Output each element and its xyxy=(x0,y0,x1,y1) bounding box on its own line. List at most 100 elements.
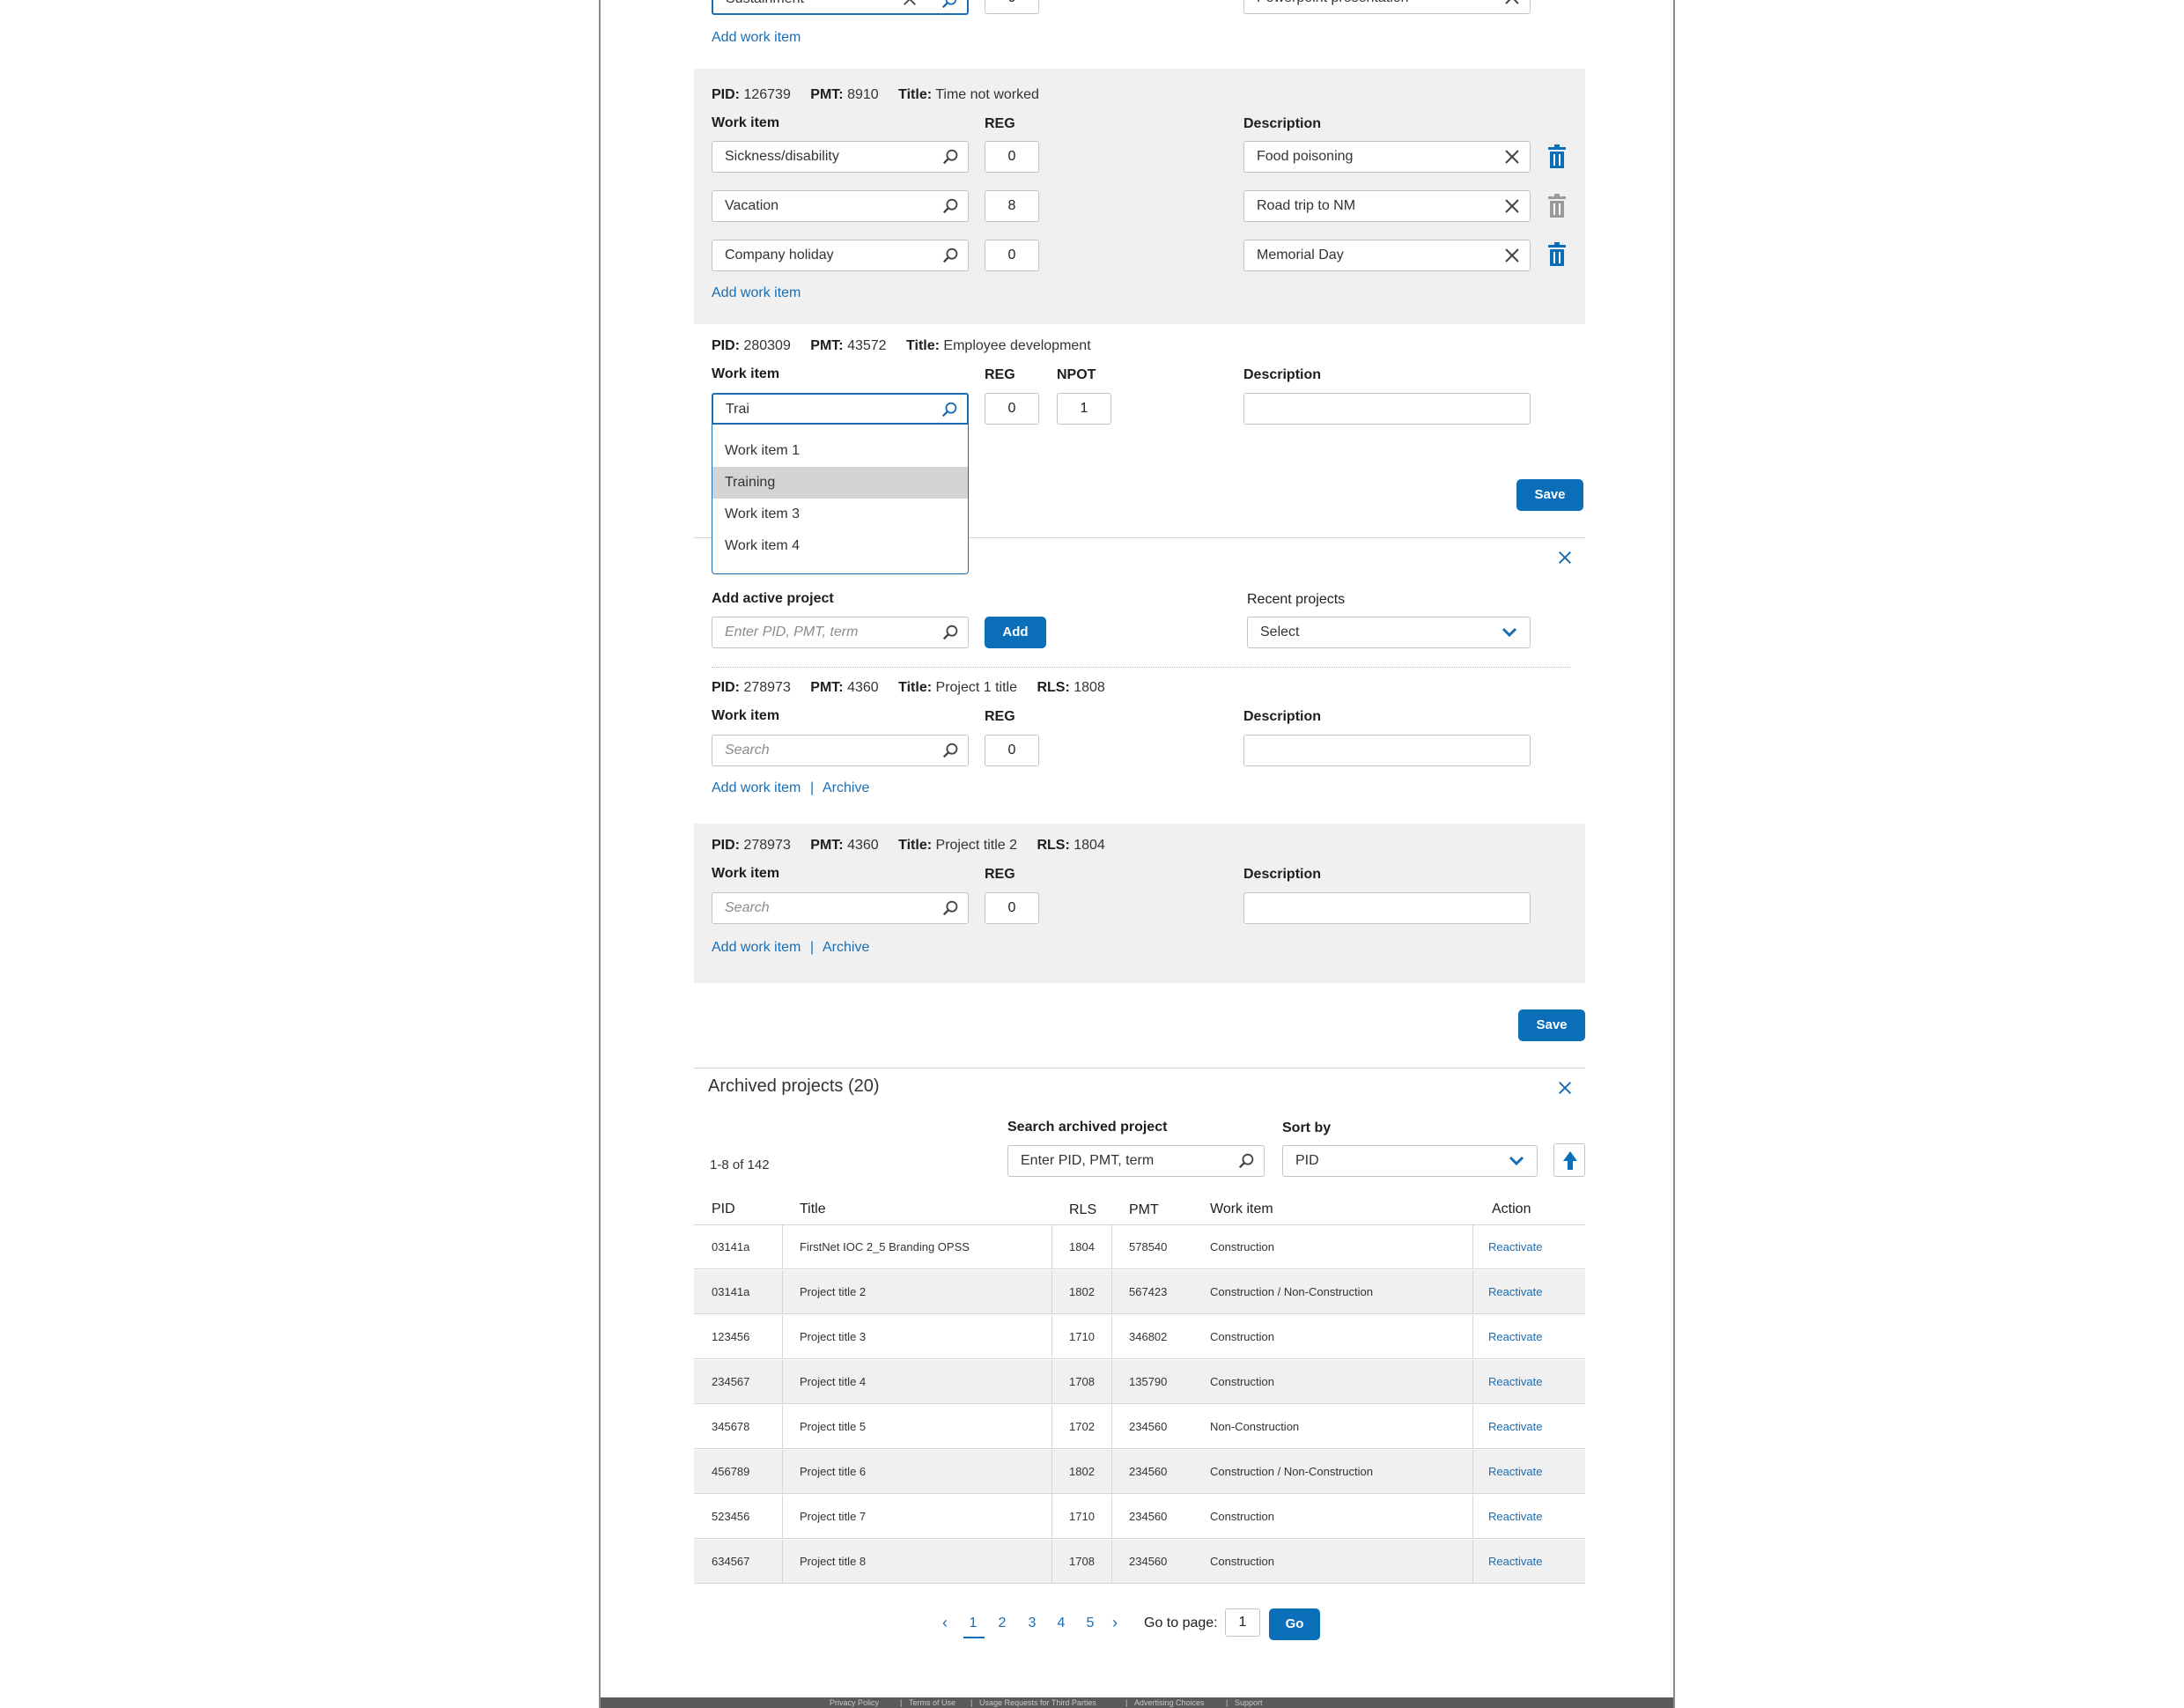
search-icon[interactable] xyxy=(1237,1151,1257,1171)
search-icon[interactable] xyxy=(941,400,960,419)
search-icon[interactable] xyxy=(941,898,961,918)
reg-input[interactable]: 0 xyxy=(985,393,1039,425)
page-link-current[interactable]: 1 xyxy=(963,1616,984,1631)
dropdown-option-selected[interactable]: Training xyxy=(712,467,968,499)
reg-input[interactable]: 0 xyxy=(985,141,1039,173)
page-link[interactable]: 4 xyxy=(1051,1616,1072,1631)
cell-rls: 1702 xyxy=(1069,1420,1095,1433)
description-input[interactable]: Memorial Day xyxy=(1243,240,1531,271)
npot-input[interactable]: 1 xyxy=(1057,393,1111,425)
table-row: 345678 Project title 5 1702 234560 Non-Const… xyxy=(694,1405,1585,1449)
footer-link[interactable]: Privacy Policy xyxy=(830,1697,879,1708)
trash-icon[interactable] xyxy=(1546,194,1568,218)
work-item-search-input[interactable]: Trai xyxy=(712,393,969,425)
clear-icon[interactable] xyxy=(902,0,918,7)
footer-link[interactable]: Advertising Choices xyxy=(1134,1697,1205,1708)
reactivate-link[interactable]: Reactivate xyxy=(1488,1360,1542,1404)
description-input[interactable]: Powerpoint presentation xyxy=(1243,0,1531,14)
footer-link[interactable]: Usage Requests for Third Parties xyxy=(979,1697,1096,1708)
add-work-item-link[interactable]: Add work item xyxy=(712,285,801,301)
reactivate-link[interactable]: Reactivate xyxy=(1488,1495,1542,1539)
page-link[interactable]: 3 xyxy=(1022,1616,1043,1631)
trash-icon[interactable] xyxy=(1546,242,1568,267)
clear-icon[interactable] xyxy=(1503,148,1521,166)
description-input[interactable] xyxy=(1243,892,1531,924)
cell-pid: 523456 xyxy=(712,1510,750,1523)
reactivate-link[interactable]: Reactivate xyxy=(1488,1315,1542,1359)
table-row: 456789 Project title 6 1802 234560 Construct… xyxy=(694,1450,1585,1494)
search-icon[interactable] xyxy=(941,147,961,166)
add-project-button[interactable]: Add xyxy=(985,617,1046,648)
clear-icon[interactable] xyxy=(1503,197,1521,215)
search-archived-placeholder: Enter PID, PMT, term xyxy=(1021,1153,1155,1168)
dropdown-option[interactable]: Work item 4 xyxy=(712,530,968,562)
search-icon[interactable] xyxy=(941,0,960,11)
add-work-item-link[interactable]: Add work item xyxy=(712,30,801,46)
work-item-input[interactable]: Company holiday xyxy=(712,240,969,271)
reactivate-link[interactable]: Reactivate xyxy=(1488,1540,1542,1584)
cell-work-item: Non-Construction xyxy=(1210,1420,1300,1433)
work-item-input[interactable]: Sickness/disability xyxy=(712,141,969,173)
trash-icon[interactable] xyxy=(1546,144,1568,169)
go-button[interactable]: Go xyxy=(1269,1608,1320,1640)
cell-pid: 456789 xyxy=(712,1465,750,1478)
search-icon[interactable] xyxy=(941,623,961,642)
work-item-search-input[interactable]: Search xyxy=(712,735,969,766)
save-button[interactable]: Save xyxy=(1516,479,1583,511)
archive-link[interactable]: Archive xyxy=(823,780,869,796)
reactivate-link[interactable]: Reactivate xyxy=(1488,1450,1542,1494)
cell-pid: 234567 xyxy=(712,1375,750,1388)
dropdown-option[interactable]: Work item 1 xyxy=(712,435,968,467)
work-item-input-sustainment[interactable]: Sustainment xyxy=(712,0,969,15)
search-icon[interactable] xyxy=(941,741,961,760)
reg-input[interactable]: 0 xyxy=(985,892,1039,924)
reg-input[interactable]: 8 xyxy=(985,190,1039,222)
description-input[interactable]: Road trip to NM xyxy=(1243,190,1531,222)
search-archived-input[interactable]: Enter PID, PMT, term xyxy=(1007,1145,1265,1177)
work-item-value: Trai xyxy=(726,402,749,417)
footer-link[interactable]: Support xyxy=(1235,1697,1263,1708)
chevron-down-icon xyxy=(1502,627,1517,638)
clear-icon[interactable] xyxy=(1503,247,1521,264)
work-item-value: Sustainment xyxy=(726,0,804,14)
go-to-page-label: Go to page: xyxy=(1144,1616,1218,1630)
add-work-item-link[interactable]: Add work item xyxy=(712,940,801,956)
cell-rls: 1710 xyxy=(1069,1510,1095,1523)
prev-page-arrow[interactable]: ‹ xyxy=(934,1614,956,1632)
work-item-search-input[interactable]: Search xyxy=(712,892,969,924)
search-icon[interactable] xyxy=(941,246,961,265)
dropdown-option[interactable]: Work item 3 xyxy=(712,499,968,530)
reactivate-link[interactable]: Reactivate xyxy=(1488,1270,1542,1314)
clear-icon[interactable] xyxy=(1503,0,1521,6)
column-divider xyxy=(782,1270,783,1314)
save-button[interactable]: Save xyxy=(1518,1009,1585,1041)
reg-input[interactable]: 0 xyxy=(985,240,1039,271)
search-icon[interactable] xyxy=(941,196,961,216)
reactivate-link[interactable]: Reactivate xyxy=(1488,1405,1542,1449)
reg-input[interactable]: 0 xyxy=(985,735,1039,766)
footer-separator: | xyxy=(1226,1698,1228,1707)
page-link[interactable]: 5 xyxy=(1080,1616,1101,1631)
description-input[interactable]: Food poisoning xyxy=(1243,141,1531,173)
go-to-page-input[interactable]: 1 xyxy=(1225,1608,1260,1637)
footer-link[interactable]: Terms of Use xyxy=(909,1697,956,1708)
sort-by-select[interactable]: PID xyxy=(1282,1145,1538,1177)
add-project-input[interactable]: Enter PID, PMT, term xyxy=(712,617,969,648)
reg-input[interactable]: 0 xyxy=(985,0,1039,14)
archive-link[interactable]: Archive xyxy=(823,940,869,956)
cell-title: Project title 4 xyxy=(800,1375,867,1388)
close-icon[interactable] xyxy=(1557,1080,1573,1096)
next-page-arrow[interactable]: › xyxy=(1104,1614,1125,1632)
add-work-item-link[interactable]: Add work item xyxy=(712,780,801,796)
column-divider xyxy=(1051,1360,1052,1404)
sort-direction-button[interactable] xyxy=(1553,1143,1585,1177)
close-icon[interactable] xyxy=(1557,550,1573,566)
work-item-input[interactable]: Vacation xyxy=(712,190,969,222)
description-input[interactable] xyxy=(1243,393,1531,425)
reactivate-link[interactable]: Reactivate xyxy=(1488,1225,1542,1269)
column-divider xyxy=(782,1405,783,1449)
page-link[interactable]: 2 xyxy=(992,1616,1013,1631)
column-divider xyxy=(782,1450,783,1494)
description-input[interactable] xyxy=(1243,735,1531,766)
recent-projects-select[interactable]: Select xyxy=(1247,617,1531,648)
